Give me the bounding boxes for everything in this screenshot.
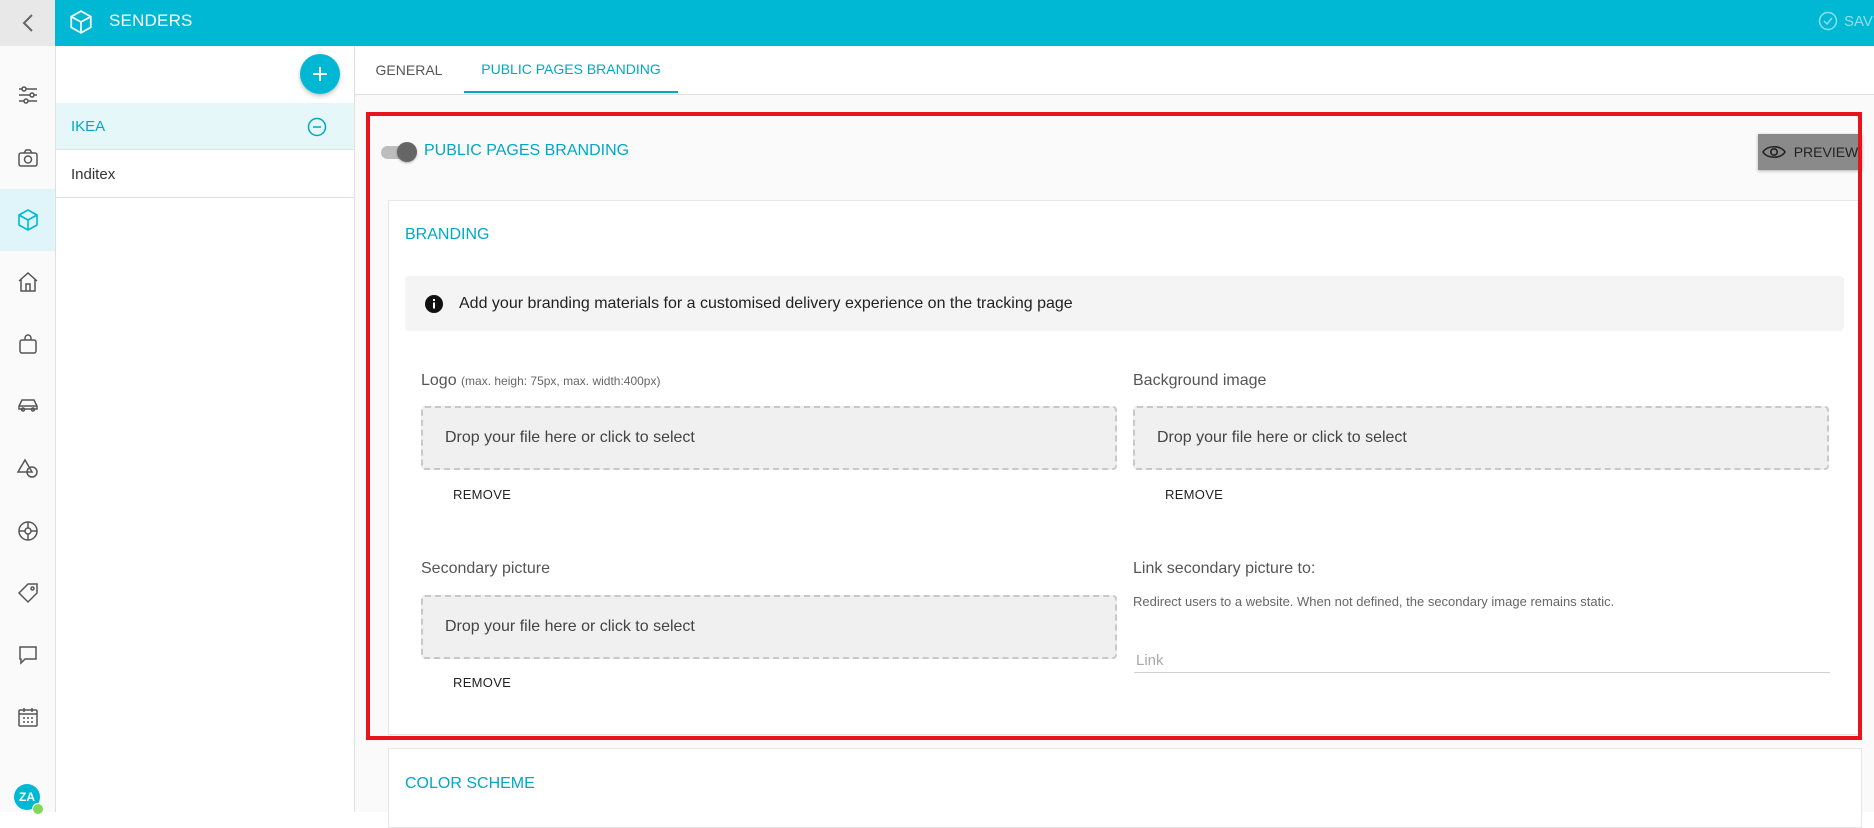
preview-label: PREVIEW	[1793, 144, 1859, 160]
sender-name: Inditex	[71, 165, 116, 183]
save-label: SAVE	[1844, 12, 1874, 30]
logo-hint: (max. heigh: 75px, max. width:400px)	[461, 374, 661, 388]
link-description: Redirect users to a website. When not de…	[1133, 594, 1615, 609]
tab-general[interactable]: GENERAL	[366, 46, 452, 93]
rail-home[interactable]	[0, 251, 55, 313]
tag-icon	[17, 583, 38, 604]
senders-list-panel: IKEA Inditex	[56, 46, 355, 812]
back-button[interactable]	[0, 0, 55, 46]
background-image-label: Background image	[1133, 372, 1266, 390]
tab-label: PUBLIC PAGES BRANDING	[481, 60, 661, 77]
info-icon	[425, 294, 443, 313]
shapes-icon	[16, 458, 38, 478]
secondary-dropzone[interactable]: Drop your file here or click to select	[421, 595, 1117, 659]
plus-icon	[313, 67, 327, 81]
link-label: Link secondary picture to:	[1133, 560, 1315, 578]
sliders-icon	[18, 86, 37, 104]
rail-chat[interactable]	[0, 624, 55, 686]
info-text: Add your branding materials for a custom…	[459, 294, 1073, 312]
remove-sender-button[interactable]	[307, 117, 327, 141]
rail-calendar[interactable]	[0, 686, 55, 748]
preview-button[interactable]: PREVIEW	[1758, 134, 1862, 170]
globe-icon	[17, 521, 38, 541]
eye-icon	[1761, 145, 1786, 159]
color-scheme-card	[388, 748, 1862, 828]
tab-public-pages-branding[interactable]: PUBLIC PAGES BRANDING	[464, 46, 678, 93]
rail-shapes[interactable]	[0, 438, 55, 500]
dropzone-text: Drop your file here or click to select	[1157, 429, 1407, 446]
cube-icon	[17, 209, 38, 231]
info-banner: Add your branding materials for a custom…	[405, 276, 1844, 331]
avatar-initials: ZA	[19, 790, 35, 804]
logo-dropzone[interactable]: Drop your file here or click to select	[421, 406, 1117, 470]
check-circle-icon	[1818, 11, 1838, 31]
page-title: SENDERS	[109, 11, 193, 30]
secondary-label-text: Secondary picture	[421, 560, 550, 577]
remove-logo-button[interactable]: REMOVE	[453, 487, 511, 502]
link-input[interactable]	[1134, 648, 1830, 673]
rail-settings[interactable]	[0, 64, 55, 126]
rail-bag[interactable]	[0, 313, 55, 375]
rail-globe[interactable]	[0, 500, 55, 562]
remove-background-button[interactable]: REMOVE	[1165, 487, 1223, 502]
logo-label: Logo (max. heigh: 75px, max. width:400px…	[421, 372, 660, 390]
icon-rail: ZA	[0, 46, 56, 815]
tab-label: GENERAL	[375, 61, 443, 78]
rail-car[interactable]	[0, 375, 55, 437]
secondary-picture-label: Secondary picture	[421, 560, 550, 578]
toggle-knob	[397, 142, 417, 162]
dropzone-text: Drop your file here or click to select	[445, 618, 695, 635]
tab-bar: GENERAL PUBLIC PAGES BRANDING	[355, 46, 1874, 95]
calendar-icon	[17, 708, 38, 727]
minus-circle-icon	[307, 117, 327, 137]
dropzone-text: Drop your file here or click to select	[445, 429, 695, 446]
background-label-text: Background image	[1133, 372, 1267, 389]
public-pages-toggle[interactable]	[381, 142, 417, 162]
list-item[interactable]: Inditex	[56, 151, 354, 198]
link-label-text: Link secondary picture to:	[1133, 560, 1316, 577]
remove-secondary-button[interactable]: REMOVE	[453, 675, 511, 690]
bag-icon	[18, 334, 37, 354]
rail-senders[interactable]	[0, 189, 55, 251]
online-status-dot	[32, 803, 44, 815]
sender-name: IKEA	[71, 117, 106, 135]
top-bar: SENDERS SAVE	[0, 0, 1874, 46]
save-button[interactable]: SAVE	[1818, 11, 1874, 31]
color-scheme-title: COLOR SCHEME	[405, 775, 535, 792]
home-icon	[18, 271, 37, 292]
car-icon	[17, 399, 38, 412]
background-dropzone[interactable]: Drop your file here or click to select	[1133, 406, 1829, 470]
add-sender-button[interactable]	[300, 54, 340, 94]
camera-icon	[17, 149, 38, 167]
chat-icon	[18, 646, 37, 665]
chevron-left-icon	[22, 14, 33, 32]
list-item[interactable]: IKEA	[56, 103, 354, 150]
rail-tag[interactable]	[0, 562, 55, 624]
rail-camera[interactable]	[0, 127, 55, 189]
logo-label-text: Logo	[421, 372, 457, 389]
cube-icon	[70, 10, 92, 34]
public-pages-title: PUBLIC PAGES BRANDING	[424, 142, 630, 159]
branding-title: BRANDING	[405, 226, 490, 243]
